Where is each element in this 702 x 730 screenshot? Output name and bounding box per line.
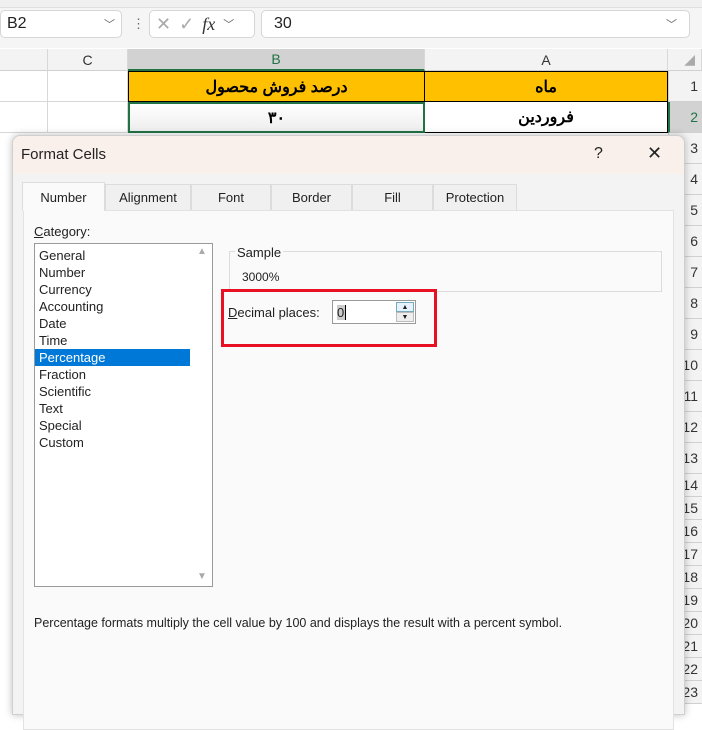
cancel-icon[interactable]: ✕ <box>156 14 171 35</box>
highlight-box <box>221 289 437 347</box>
category-item-number[interactable]: Number <box>35 264 190 281</box>
row-header-2[interactable]: 2 <box>668 102 702 133</box>
column-header-B[interactable]: B <box>128 49 425 71</box>
scroll-up-icon[interactable]: ▲ <box>197 246 207 257</box>
list-scrollbar[interactable]: ▲ ▼ <box>192 244 212 586</box>
formula-bar: B2 ﹀ ⋮ ✕ ✓ fx ﹀ 30 ﹀ <box>0 8 702 48</box>
sample-label: Sample <box>235 245 284 260</box>
sample-group <box>229 251 662 292</box>
cell-C2[interactable] <box>48 102 128 133</box>
cell-A2[interactable]: فروردین <box>425 102 668 133</box>
chevron-down-icon[interactable]: ﹀ <box>223 16 234 32</box>
category-item-time[interactable]: Time <box>35 332 190 349</box>
column-label: C <box>82 51 93 68</box>
column-label: B <box>271 51 281 67</box>
category-item-fraction[interactable]: Fraction <box>35 366 190 383</box>
dialog-titlebar: Format Cells ? ✕ <box>13 136 684 174</box>
cell-A1[interactable]: ماه <box>425 71 668 102</box>
chevron-down-icon[interactable]: ﹀ <box>666 16 677 32</box>
category-item-special[interactable]: Special <box>35 417 190 434</box>
column-header-C[interactable]: C <box>48 49 128 71</box>
category-item-custom[interactable]: Custom <box>35 434 190 451</box>
category-description: Percentage formats multiply the cell val… <box>34 616 563 630</box>
category-item-date[interactable]: Date <box>35 315 190 332</box>
help-button[interactable]: ? <box>594 145 603 163</box>
tab-alignment[interactable]: Alignment <box>105 184 191 210</box>
category-list[interactable]: General Number Currency Accounting Date Time P… <box>34 243 213 587</box>
category-item-scientific[interactable]: Scientific <box>35 383 190 400</box>
tab-protection[interactable]: Protection <box>433 184 517 210</box>
cell-C1[interactable] <box>48 71 128 102</box>
row-label: 2 <box>690 109 698 125</box>
cell-text: درصد فروش محصول <box>205 78 348 96</box>
formula-value: 30 <box>274 15 292 32</box>
formula-input[interactable]: 30 ﹀ <box>261 10 690 38</box>
cell-B2[interactable]: ۳۰ <box>128 102 425 133</box>
scroll-down-icon[interactable]: ▼ <box>197 571 207 582</box>
cell-text: ۳۰ <box>267 109 286 127</box>
insert-function-button[interactable]: fx <box>202 14 215 35</box>
category-item-percentage[interactable]: Percentage <box>35 349 190 366</box>
close-icon[interactable]: ✕ <box>647 143 662 164</box>
column-label: A <box>541 51 551 68</box>
tab-fill[interactable]: Fill <box>352 184 433 210</box>
row-header-1[interactable]: 1 <box>668 71 702 102</box>
more-icon: ⋮ <box>132 16 145 31</box>
category-item-currency[interactable]: Currency <box>35 281 190 298</box>
tab-border[interactable]: Border <box>271 184 352 210</box>
cell-B1[interactable]: درصد فروش محصول <box>128 71 425 102</box>
cell[interactable] <box>0 102 48 133</box>
sample-value: 3000% <box>242 270 280 284</box>
dialog-title: Format Cells <box>21 146 107 163</box>
cell[interactable] <box>0 71 48 102</box>
select-all-corner[interactable]: ◢ <box>668 49 702 71</box>
tab-font[interactable]: Font <box>191 184 271 210</box>
chevron-down-icon[interactable]: ﹀ <box>104 16 115 32</box>
cell-text: فروردین <box>518 109 574 126</box>
row-label: 1 <box>690 78 698 94</box>
enter-icon[interactable]: ✓ <box>179 14 194 35</box>
formula-buttons: ✕ ✓ fx ﹀ <box>149 10 255 38</box>
format-cells-dialog: Format Cells ? ✕ Number Alignment Font Bord… <box>12 135 685 730</box>
column-header-A[interactable]: A <box>425 49 668 71</box>
name-box-value: B2 <box>7 15 27 32</box>
category-item-accounting[interactable]: Accounting <box>35 298 190 315</box>
name-box[interactable]: B2 ﹀ <box>0 10 122 38</box>
cell-text: ماه <box>535 78 557 96</box>
category-label: Category: <box>34 224 91 239</box>
ribbon-edge <box>0 0 702 8</box>
category-item-general[interactable]: General <box>35 247 190 264</box>
category-item-text[interactable]: Text <box>35 400 190 417</box>
column-header-D[interactable] <box>0 49 48 71</box>
tab-number[interactable]: Number <box>22 182 105 211</box>
